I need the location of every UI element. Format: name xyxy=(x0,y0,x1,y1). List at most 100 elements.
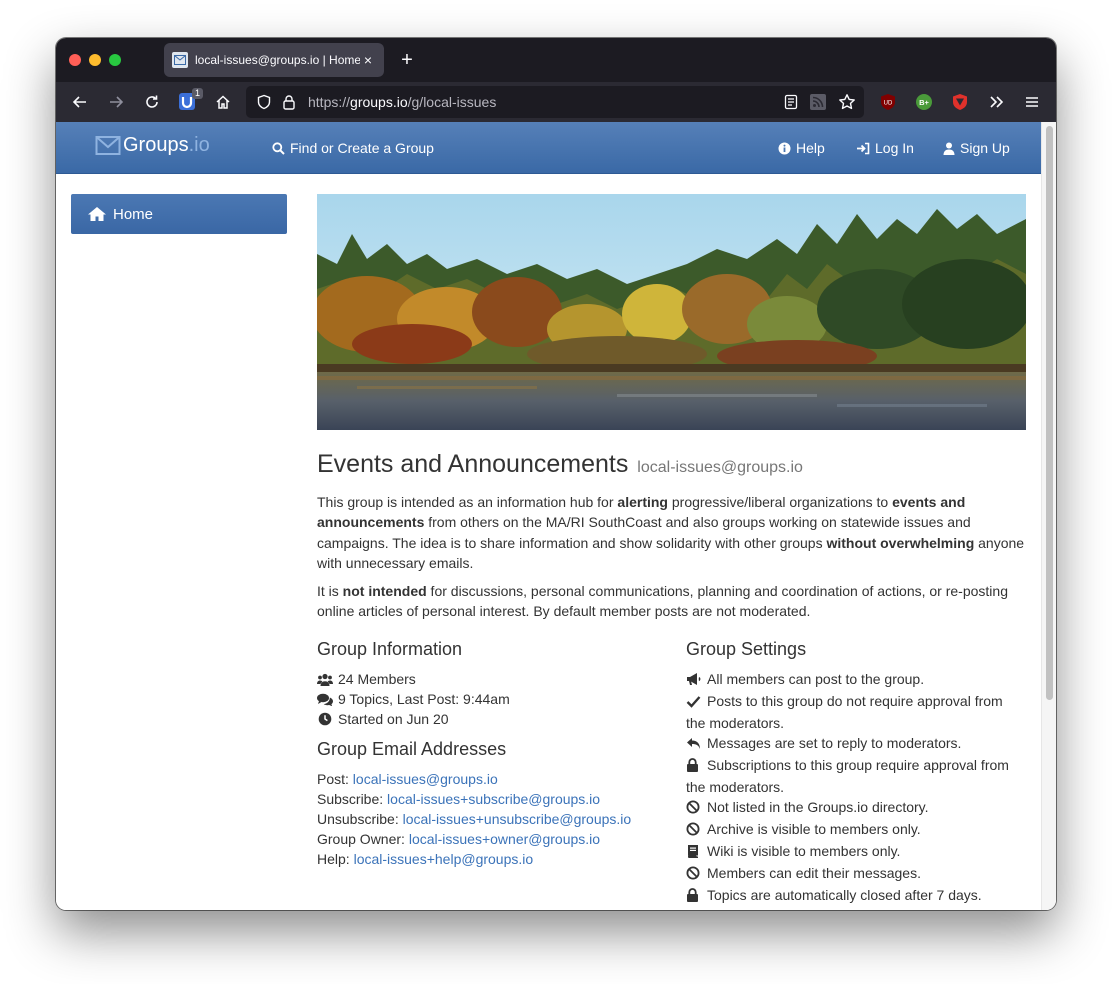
ban-icon xyxy=(686,799,702,819)
unsubscribe-address-row: Unsubscribe: local-issues+unsubscribe@gr… xyxy=(317,809,677,829)
log-in-link[interactable]: Log In xyxy=(856,140,914,156)
description-paragraph-1: This group is intended as an information… xyxy=(317,492,1026,573)
sidebar-item-home[interactable]: Home xyxy=(71,194,287,234)
reload-icon[interactable] xyxy=(142,92,162,112)
members-count: 24 Members xyxy=(317,669,677,689)
zoom-window-button[interactable] xyxy=(109,54,121,66)
unsubscribe-address-link[interactable]: local-issues+unsubscribe@groups.io xyxy=(403,811,632,827)
ublock-origin-icon[interactable]: UD xyxy=(878,92,898,112)
browser-window: local-issues@groups.io | Home × + 1 http… xyxy=(56,38,1056,910)
close-window-button[interactable] xyxy=(69,54,81,66)
book-icon xyxy=(686,843,702,863)
subscribe-address-link[interactable]: local-issues+subscribe@groups.io xyxy=(387,791,600,807)
minimize-window-button[interactable] xyxy=(89,54,101,66)
unsubscribe-label: Unsubscribe: xyxy=(317,811,399,827)
search-icon xyxy=(272,141,285,155)
privacy-badger-icon[interactable]: B+ xyxy=(914,92,934,112)
owner-address-link[interactable]: local-issues+owner@groups.io xyxy=(409,831,600,847)
find-create-group-label: Find or Create a Group xyxy=(290,140,434,156)
rss-feed-icon[interactable] xyxy=(810,94,826,115)
description-segment: not intended xyxy=(342,583,427,600)
sign-up-link[interactable]: Sign Up xyxy=(943,140,1010,156)
settings-item-text: Not listed in the Groups.io directory. xyxy=(707,799,929,815)
home-icon xyxy=(88,207,106,221)
url-bar[interactable]: https://groups.io/g/local-issues xyxy=(246,86,864,118)
log-in-label: Log In xyxy=(875,140,914,156)
post-address-row: Post: local-issues@groups.io xyxy=(317,769,677,789)
shield-extension-icon[interactable] xyxy=(950,92,970,112)
description-segment: progressive/liberal organizations to xyxy=(667,494,893,510)
members-count-text: 24 Members xyxy=(338,671,416,687)
reply-icon xyxy=(686,735,702,755)
settings-item: Subscriptions to this group require appr… xyxy=(686,755,1026,797)
owner-address-row: Group Owner: local-issues+owner@groups.i… xyxy=(317,829,677,849)
settings-item-text: All members can post to the group. xyxy=(707,671,925,687)
browser-toolbar: 1 https://groups.io/g/local-issues UD B+ xyxy=(56,82,1056,122)
group-settings-heading: Group Settings xyxy=(686,639,807,659)
groupsio-favicon-icon xyxy=(172,52,188,68)
site-navbar: Groups .io Find or Create a Group Help Lo… xyxy=(56,122,1041,174)
settings-item-text: Archive is visible to members only. xyxy=(707,821,921,837)
tab-title: local-issues@groups.io | Home xyxy=(195,53,360,67)
info-icon xyxy=(778,142,791,154)
url-host: groups.io xyxy=(350,94,408,110)
settings-item: Members can edit their messages. xyxy=(686,863,1026,885)
browser-tab[interactable]: local-issues@groups.io | Home × xyxy=(164,43,384,77)
ublock-badge: 1 xyxy=(191,88,203,99)
groupsio-logo[interactable]: Groups .io xyxy=(95,134,210,157)
sidebar-item-label: Home xyxy=(113,205,154,223)
group-info-column: Group Information 24 Members 9 Topics, L… xyxy=(317,637,677,869)
settings-item-text: Topics are automatically closed after 7 … xyxy=(707,887,982,903)
tab-close-icon[interactable]: × xyxy=(360,52,376,68)
back-icon[interactable] xyxy=(70,92,90,112)
find-create-group-link[interactable]: Find or Create a Group xyxy=(272,140,434,156)
group-title: Events and Announcements xyxy=(317,450,629,478)
lock-icon[interactable] xyxy=(282,94,296,115)
page-scrollbar[interactable] xyxy=(1041,122,1056,910)
settings-item: Messages are set to reply to moderators. xyxy=(686,733,1026,755)
url-path: /g/local-issues xyxy=(407,94,497,110)
started-date: Started on Jun 20 xyxy=(317,709,677,729)
brand-suffix: .io xyxy=(188,134,210,156)
help-address-link[interactable]: local-issues+help@groups.io xyxy=(354,851,534,867)
new-tab-button[interactable]: + xyxy=(396,47,418,73)
bookmark-star-icon[interactable] xyxy=(838,93,856,116)
settings-item-text: Wiki is visible to members only. xyxy=(707,843,901,859)
reader-view-icon[interactable] xyxy=(784,94,798,115)
brand-main: Groups xyxy=(123,134,189,156)
scrollbar-thumb[interactable] xyxy=(1046,126,1053,700)
ublock-extension-icon[interactable]: 1 xyxy=(177,88,203,112)
topics-summary-text: 9 Topics, Last Post: 9:44am xyxy=(338,691,510,707)
help-label: Help: xyxy=(317,851,350,867)
post-address-link[interactable]: local-issues@groups.io xyxy=(353,771,498,787)
ban-icon xyxy=(686,821,702,841)
help-link[interactable]: Help xyxy=(778,140,825,156)
overflow-chevrons-icon[interactable] xyxy=(986,92,1006,112)
lock-icon xyxy=(686,887,702,907)
description-segment: alerting xyxy=(617,494,668,510)
started-date-text: Started on Jun 20 xyxy=(338,711,449,727)
url-text[interactable]: https://groups.io/g/local-issues xyxy=(308,94,496,110)
check-icon xyxy=(686,693,702,713)
comments-icon xyxy=(317,693,333,706)
hamburger-menu-icon[interactable] xyxy=(1022,92,1042,112)
home-icon[interactable] xyxy=(213,92,233,112)
user-icon xyxy=(943,142,955,155)
settings-item-text: Posts to this group do not require appro… xyxy=(686,693,1003,731)
lock-icon xyxy=(686,757,702,777)
page-title: Events and Announcements local-issues@gr… xyxy=(317,448,1026,484)
clock-icon xyxy=(318,712,332,726)
ban-icon xyxy=(686,865,702,885)
tab-bar: local-issues@groups.io | Home × + xyxy=(56,38,1056,82)
tracking-shield-icon[interactable] xyxy=(256,94,272,115)
settings-item-text: Members can edit their messages. xyxy=(707,865,921,881)
green-extension-label: B+ xyxy=(919,98,929,107)
subscribe-label: Subscribe: xyxy=(317,791,384,807)
settings-item: Topics are automatically closed after 7 … xyxy=(686,885,1026,907)
forward-icon[interactable] xyxy=(106,92,126,112)
sign-in-icon xyxy=(857,142,870,154)
group-settings-list: All members can post to the group. Posts … xyxy=(686,669,1026,907)
ublock-origin-label: UD xyxy=(884,101,893,107)
settings-item: Archive is visible to members only. xyxy=(686,819,1026,841)
group-description: Events and Announcements local-issues@gr… xyxy=(317,448,1026,622)
